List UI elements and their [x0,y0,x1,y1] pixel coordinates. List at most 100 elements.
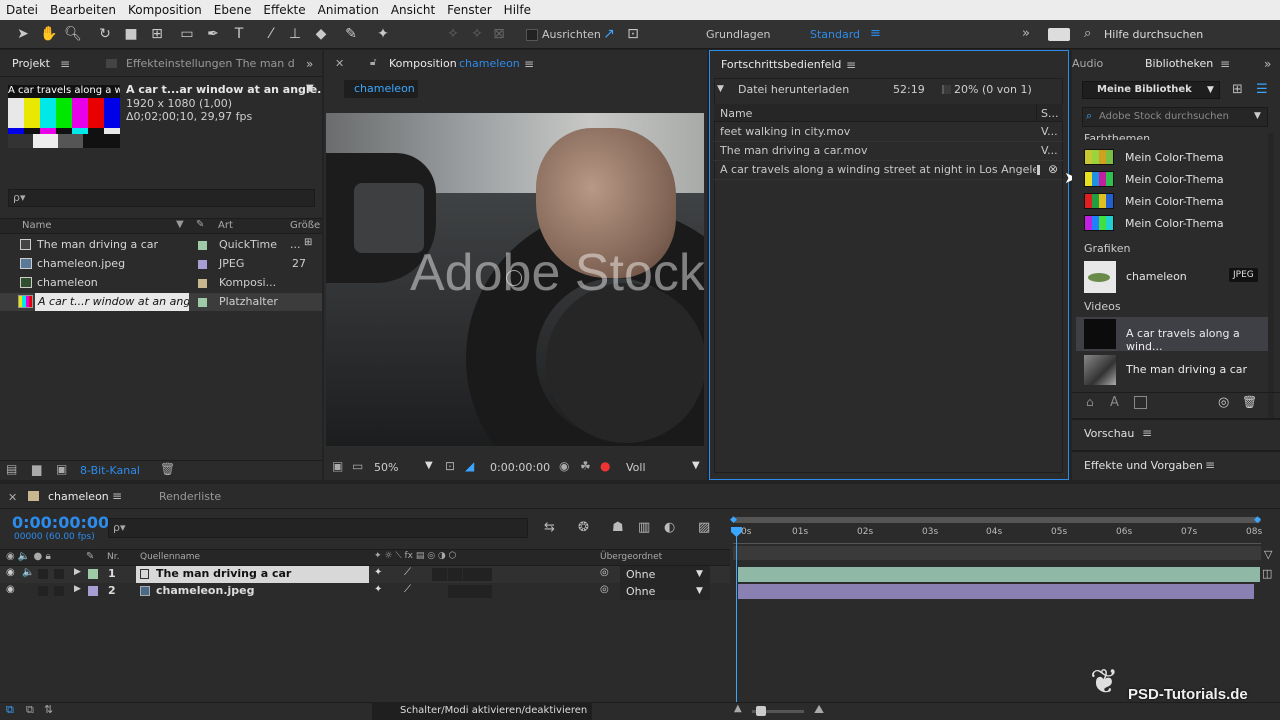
close-timeline-tab-icon[interactable]: ✕ [8,491,17,504]
quality-switch[interactable]: ⟋ [404,584,411,595]
modes-pane-icon[interactable]: ⧉ [26,703,34,717]
tab-composition-prefix[interactable]: Komposition [389,57,457,70]
label-color-swatch[interactable] [198,279,207,288]
puppet-tool-a-icon[interactable]: ✧ [444,25,462,43]
workspace-grundlagen[interactable]: Grundlagen [706,28,771,41]
preview-panel-header[interactable]: Vorschau ≡ [1072,418,1280,446]
playhead-line[interactable] [736,531,737,720]
tab-libraries[interactable]: Bibliotheken [1145,57,1213,70]
motion-blur-icon[interactable]: ◐ [664,520,675,535]
expand-layer-icon[interactable]: ▶ [74,584,81,594]
menu-hilfe[interactable]: Hilfe [504,3,531,17]
audio-icon[interactable]: 🔈 [22,567,34,578]
zoom-dropdown-arrow-icon[interactable]: ▼ [425,460,433,471]
monitor-icon[interactable]: ▭ [352,459,363,473]
bit-depth-button[interactable]: 8-Bit-Kanal [80,464,140,477]
video-item-selected[interactable]: A car travels along a wind... [1076,317,1268,353]
parent-dropdown[interactable]: Ohne ▼ [620,583,710,600]
library-selector[interactable]: Meine Bibliothek ▼ [1082,81,1220,99]
delete-icon[interactable]: 🗑︎ [160,462,175,476]
tab-timeline-comp[interactable]: chameleon [48,490,109,503]
download-row[interactable]: A car travels along a winding street at … [714,161,1063,180]
frame-blending-icon[interactable]: ▥ [638,520,650,535]
zoom-out-icon[interactable]: ▲ [734,703,742,714]
pen-tool-icon[interactable]: ✒ [204,25,222,43]
preview-panel-menu-icon[interactable]: ≡ [1142,426,1152,440]
snapshot-icon[interactable]: ◉ [559,459,569,473]
selection-tool-icon[interactable]: ➤ [14,25,32,43]
column-status[interactable]: S... [1041,107,1058,120]
grid-view-icon[interactable]: ⊞ [1232,82,1243,97]
layer-switches[interactable] [432,568,492,581]
timeline-menu-icon[interactable]: ≡ [112,489,122,503]
toggle-switches-modes-button[interactable]: Schalter/Modi aktivieren/deaktivieren [372,702,592,720]
list-view-icon[interactable]: ☰ [1256,82,1268,97]
color-theme-item[interactable]: Mein Color-Thema [1072,214,1268,234]
lock-switch[interactable] [54,569,64,579]
timeline-zoom-handle[interactable] [756,706,766,716]
comp-breadcrumb[interactable]: chameleon [344,80,418,98]
fit-icon[interactable]: ⊡ [445,459,455,473]
tab-render-queue[interactable]: Renderliste [159,490,221,503]
puppet-pin-tool-icon[interactable]: ✦ [374,25,392,43]
resolution-dropdown[interactable]: Voll [626,461,646,474]
effects-presets-menu-icon[interactable]: ≡ [1205,458,1215,472]
menu-animation[interactable]: Animation [318,3,379,17]
tab-progress[interactable]: Fortschrittsbedienfeld [721,58,841,71]
new-composition-icon[interactable]: ▣ [56,462,67,476]
lock-switch[interactable] [54,586,64,596]
download-row[interactable]: The man driving a car.mov V... [714,142,1063,161]
effects-presets-panel-header[interactable]: Effekte und Vorgaben ≡ [1072,450,1280,480]
layer-duration-bar[interactable] [738,567,1260,582]
visibility-eye-icon[interactable]: ◉ [6,584,15,595]
hand-tool-icon[interactable]: ✋ [40,25,58,43]
parent-dropdown[interactable]: Ohne ▼ [620,566,710,583]
solo-switch[interactable] [38,586,48,596]
project-item-name-edit[interactable]: A car t...r window at an angle. [35,293,189,311]
menu-effekte[interactable]: Effekte [263,3,305,17]
layer-duration-bar[interactable] [738,584,1254,599]
layer-name[interactable]: chameleon.jpeg [156,584,254,597]
roto-brush-tool-icon[interactable]: ✎ [342,25,360,43]
align-checkbox[interactable] [526,29,538,41]
progress-panel-menu-icon[interactable]: ≡ [846,58,856,72]
sync-settings-icon[interactable] [1048,28,1070,41]
visibility-eye-icon[interactable]: ◉ [6,567,15,578]
new-folder-icon[interactable]: ▆ [32,462,41,476]
tab-audio[interactable]: Audio [1072,57,1103,70]
comp-mini-flowchart-icon[interactable]: ⇆ [544,520,555,535]
color-theme-item[interactable]: Mein Color-Thema [1072,192,1268,212]
project-item-row-selected[interactable]: A car t...r window at an angle. Platzhal… [0,293,322,311]
download-row[interactable]: feet walking in city.mov V... [714,123,1063,142]
column-parent[interactable]: Übergeordnet [600,552,662,562]
stock-search-input[interactable]: ⌕ Adobe Stock durchsuchen ▼ [1082,107,1268,127]
zoom-in-icon[interactable]: ⛰ [814,702,824,717]
column-source-name[interactable]: Quellenname [140,552,200,562]
text-tool-icon[interactable]: T [230,25,248,43]
comp-marker-bin-icon[interactable]: ▽ [1264,548,1272,561]
column-type[interactable]: Art [218,220,233,231]
parent-pickwhip-icon[interactable]: ◎ [600,567,609,578]
eraser-tool-icon[interactable]: ◆ [312,25,330,43]
menu-ebene[interactable]: Ebene [214,3,252,17]
layer-switches-pane-icon[interactable]: ⧉ [6,703,14,717]
label-color-swatch[interactable] [198,241,207,250]
selected-item-dropdown-icon[interactable]: ▼ [306,83,314,94]
show-channel-icon[interactable]: ☘ [580,459,591,473]
add-content-icon[interactable]: ⌂ [1086,395,1094,409]
layer-row[interactable]: ◉ 🔈 ▶ 1 The man driving a car ✦ ⟋ ◎ Ohne… [0,566,730,583]
libraries-panel-menu-icon[interactable]: ≡ [1220,57,1230,71]
sort-arrow-icon[interactable]: ▼ [176,219,184,230]
always-preview-icon[interactable]: ▣ [332,459,343,473]
snap-icon[interactable]: ↗ [600,25,618,43]
graph-editor-icon[interactable]: ▨ [698,520,710,535]
menu-ansicht[interactable]: Ansicht [391,3,435,17]
menu-fenster[interactable]: Fenster [447,3,492,17]
timeline-current-time[interactable]: 0:00:00:00 [12,513,109,532]
tab-project[interactable]: Projekt [12,57,50,70]
rotate-tool-icon[interactable]: ↻ [96,25,114,43]
resolution-dropdown-arrow-icon[interactable]: ▼ [692,460,700,471]
menu-datei[interactable]: Datei [6,3,38,17]
project-item-row[interactable]: The man driving a car QuickTime ... ⊞ [0,236,322,254]
label-tag-icon[interactable]: ✎ [196,219,204,230]
